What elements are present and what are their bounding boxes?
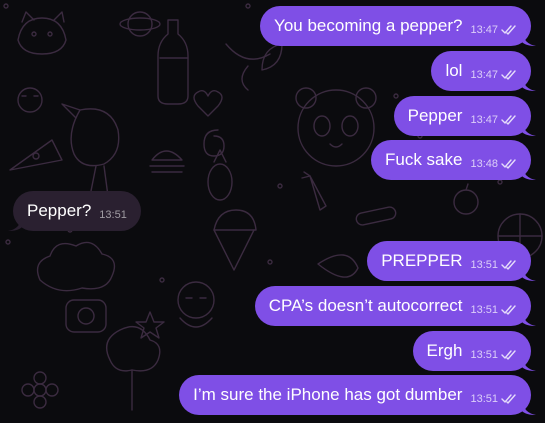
double-check-icon <box>501 70 516 80</box>
bubble-tail-icon <box>522 267 536 281</box>
character-doodle-icon <box>177 281 215 328</box>
double-check-icon <box>501 350 516 360</box>
message-meta: 13:51 <box>470 349 517 361</box>
bubble-tail-icon <box>522 312 536 326</box>
message-meta: 13:48 <box>470 158 517 170</box>
outgoing-message-bubble[interactable]: Pepper 13:47 <box>393 96 536 136</box>
message-text: lol <box>445 61 463 80</box>
bubble-tail-icon <box>522 357 536 371</box>
cat-doodle-icon <box>17 11 67 55</box>
message-time: 13:47 <box>470 69 498 81</box>
apple-doodle-icon <box>453 183 479 215</box>
double-check-icon <box>501 394 516 404</box>
outgoing-message-bubble[interactable]: PREPPER 13:51 <box>367 241 536 281</box>
cloud-doodle-icon <box>36 241 116 292</box>
carrot-doodle-icon <box>301 171 327 211</box>
outgoing-message-bubble[interactable]: lol 13:47 <box>431 51 536 91</box>
message-text: You becoming a pepper? <box>274 16 463 35</box>
leaf-doodle-icon <box>241 43 283 91</box>
message-meta: 13:51 <box>99 209 127 221</box>
message-text: PREPPER <box>381 251 463 270</box>
bubble-tail-icon <box>522 32 536 46</box>
bubble-tail-icon <box>522 401 536 415</box>
message-meta: 13:51 <box>470 304 517 316</box>
message-time: 13:51 <box>470 349 498 361</box>
double-check-icon <box>501 115 516 125</box>
incoming-message-bubble[interactable]: Pepper? 13:51 <box>8 191 141 231</box>
rolling-pin-doodle-icon <box>355 206 397 226</box>
message-text: Ergh <box>426 341 463 360</box>
double-check-icon <box>501 260 516 270</box>
message-text: Fuck sake <box>384 150 463 169</box>
message-time: 13:47 <box>470 114 498 126</box>
message-time: 13:51 <box>470 259 498 271</box>
bubble-tail-icon <box>8 217 22 231</box>
burger-doodle-icon <box>149 150 185 173</box>
message-text: Pepper <box>407 106 463 125</box>
outgoing-message-bubble[interactable]: Ergh 13:51 <box>412 331 536 371</box>
message-text: I’m sure the iPhone has got dumber <box>193 385 463 404</box>
outgoing-message-bubble[interactable]: CPA’s doesn’t autocorrect 13:51 <box>254 286 536 326</box>
outgoing-message-bubble[interactable]: I’m sure the iPhone has got dumber 13:51 <box>179 375 536 415</box>
message-text: Pepper? <box>27 201 92 220</box>
bird-doodle-icon <box>61 103 120 197</box>
pineapple-doodle-icon <box>207 149 233 201</box>
outgoing-message-bubble[interactable]: Fuck sake 13:48 <box>370 140 536 180</box>
star-doodle-icon <box>135 311 165 339</box>
double-check-icon <box>501 25 516 35</box>
flower-doodle-icon <box>21 371 59 409</box>
panda-doodle-icon <box>295 87 377 167</box>
message-meta: 13:47 <box>470 114 517 126</box>
banana-doodle-icon <box>225 43 271 60</box>
bubble-tail-icon <box>522 122 536 136</box>
planet-doodle-icon <box>119 11 161 37</box>
camera-doodle-icon <box>65 299 107 333</box>
pizza-doodle-icon <box>9 139 63 171</box>
double-check-icon <box>501 159 516 169</box>
message-text: CPA’s doesn’t autocorrect <box>268 296 463 315</box>
bubble-tail-icon <box>522 77 536 91</box>
outgoing-message-bubble[interactable]: You becoming a pepper? 13:47 <box>260 6 536 46</box>
message-meta: 13:47 <box>470 24 517 36</box>
owl-doodle-icon <box>17 87 43 113</box>
ice-cream-doodle-icon <box>213 209 257 271</box>
message-time: 13:51 <box>470 304 498 316</box>
bubble-tail-icon <box>522 166 536 180</box>
message-time: 13:48 <box>470 158 498 170</box>
message-meta: 13:47 <box>470 69 517 81</box>
tree-doodle-icon <box>106 326 161 411</box>
double-check-icon <box>501 305 516 315</box>
bottle-doodle-icon <box>157 19 189 105</box>
message-meta: 13:51 <box>470 393 517 405</box>
message-meta: 13:51 <box>470 259 517 271</box>
message-time: 13:47 <box>470 24 498 36</box>
message-time: 13:51 <box>470 393 498 405</box>
heart-doodle-icon <box>193 89 223 117</box>
message-time: 13:51 <box>99 209 127 221</box>
